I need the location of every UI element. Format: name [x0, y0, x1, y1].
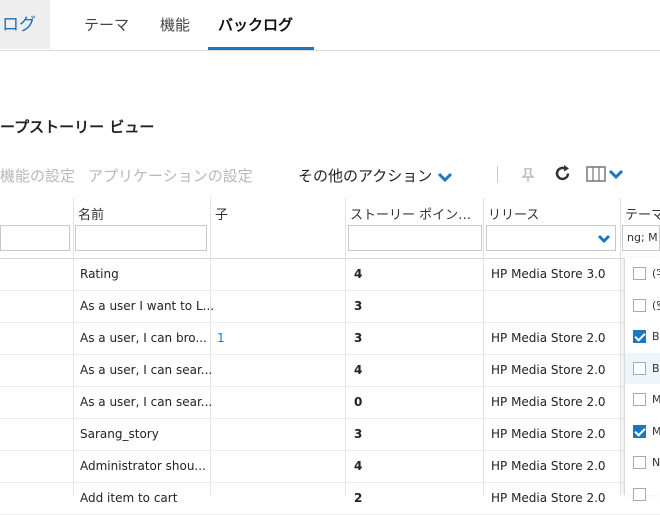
theme-filter-dropdown[interactable]: (字 (空 Bl Bo M M N [624, 258, 660, 501]
cell-name[interactable]: As a user, I can sear... [80, 354, 212, 386]
table-row[interactable]: Sarang_story 3 HP Media Store 2.0 [0, 418, 660, 451]
other-actions-label: その他のアクション [298, 167, 433, 185]
other-actions-menu[interactable]: その他のアクション [298, 165, 453, 186]
cell-story-points: 3 [354, 299, 363, 313]
theme-option[interactable]: Bl [625, 321, 660, 352]
theme-option[interactable]: N [625, 447, 660, 478]
column-header-theme[interactable]: テーマ [625, 204, 660, 223]
chevron-down-icon [597, 234, 611, 244]
theme-option[interactable]: Bo [625, 352, 660, 384]
theme-option-label: N [652, 456, 660, 469]
cell-release: HP Media Store 2.0 [491, 459, 606, 473]
cell-name[interactable]: Sarang_story [80, 418, 159, 450]
page-title: ープストーリー ビュー [0, 118, 155, 136]
table-row[interactable]: As a user, I can sear... 0 HP Media Store … [0, 386, 660, 419]
theme-option-checkbox[interactable] [633, 330, 646, 343]
cell-name[interactable]: As a user I want to L... [80, 290, 214, 322]
chevron-down-icon [437, 172, 453, 182]
tab-theme[interactable]: テーマ [84, 14, 129, 35]
active-tab-indicator [208, 47, 314, 50]
cell-name[interactable]: Rating [80, 258, 119, 290]
filter-input-theme[interactable]: ng; M [622, 225, 660, 251]
tab-backlog[interactable]: バックログ [218, 14, 293, 35]
theme-option-checkbox[interactable] [633, 456, 646, 469]
table-row[interactable]: As a user, I can sear... 4 HP Media Store … [0, 354, 660, 387]
theme-option-label: (字 [652, 267, 660, 280]
cell-story-points: 4 [354, 267, 363, 281]
theme-option-label: Bl [652, 330, 660, 343]
column-chooser-icon[interactable] [586, 165, 628, 183]
cell-release: HP Media Store 2.0 [491, 395, 606, 409]
column-header-name[interactable]: 名前 [78, 204, 104, 223]
theme-option[interactable]: (字 [625, 258, 660, 289]
cell-story-points: 2 [354, 491, 363, 505]
toolbar-divider [497, 166, 498, 183]
cell-name[interactable]: As a user, I can sear... [80, 386, 212, 418]
table-row[interactable]: Rating 4 HP Media Store 3.0 [0, 258, 660, 291]
app-settings-button[interactable]: アプリケーションの設定 [88, 165, 253, 186]
top-navigation: ログ テーマ 機能 バックログ [0, 0, 660, 51]
app-logo-tab[interactable]: ログ [0, 0, 50, 49]
theme-option-checkbox[interactable] [633, 393, 646, 406]
cell-name[interactable]: Administrator shou... [80, 450, 206, 482]
theme-option-label: M [652, 393, 660, 406]
cell-release: HP Media Store 2.0 [491, 331, 606, 345]
filter-input-name[interactable] [75, 225, 207, 251]
theme-option-label: (空 [652, 298, 660, 312]
feature-settings-button[interactable]: 機能の設定 [0, 165, 75, 186]
cell-story-points: 0 [354, 395, 363, 409]
cell-release: HP Media Store 2.0 [491, 491, 606, 505]
pin-icon[interactable] [520, 166, 538, 184]
theme-option-checkbox[interactable] [633, 424, 646, 438]
cell-release: HP Media Store 2.0 [491, 427, 606, 441]
cell-name[interactable]: As a user, I can bro... [80, 322, 207, 354]
column-header-story-points[interactable]: ストーリー ポイン… [350, 204, 471, 223]
table-row[interactable]: As a user, I can bro... 1 3 HP Media Store … [0, 322, 660, 355]
column-header-release[interactable]: リリース [488, 204, 539, 223]
theme-option-checkbox[interactable] [633, 298, 646, 312]
cell-story-points: 4 [354, 459, 363, 473]
refresh-icon[interactable] [553, 164, 572, 183]
filter-select-release[interactable] [486, 225, 616, 251]
cell-story-points: 3 [354, 427, 363, 441]
cell-name[interactable]: Add item to cart [80, 482, 177, 514]
theme-option[interactable]: M [625, 384, 660, 415]
theme-option-checkbox[interactable] [633, 487, 646, 501]
column-header-child[interactable]: 子 [215, 204, 228, 223]
cell-release: HP Media Store 2.0 [491, 363, 606, 377]
cell-child[interactable]: 1 [217, 322, 225, 354]
theme-option[interactable]: M [625, 416, 660, 447]
cell-story-points: 4 [354, 363, 363, 377]
theme-option[interactable] [625, 479, 660, 510]
table-row[interactable]: Add item to cart 2 HP Media Store 2.0 [0, 482, 660, 515]
theme-option-label: M [652, 424, 660, 438]
table-row[interactable]: Administrator shou... 4 HP Media Store 2.0 [0, 450, 660, 483]
theme-option[interactable]: (空 [625, 290, 660, 321]
tab-feature[interactable]: 機能 [160, 14, 190, 35]
filter-input-id[interactable] [0, 225, 70, 251]
filter-input-story-points[interactable] [348, 225, 482, 251]
table-row[interactable]: As a user I want to L... 3 [0, 290, 660, 323]
theme-option-label: Bo [652, 361, 660, 375]
theme-option-checkbox[interactable] [633, 361, 646, 375]
cell-release: HP Media Store 3.0 [491, 267, 606, 281]
theme-option-checkbox[interactable] [633, 267, 646, 280]
cell-story-points: 3 [354, 331, 363, 345]
